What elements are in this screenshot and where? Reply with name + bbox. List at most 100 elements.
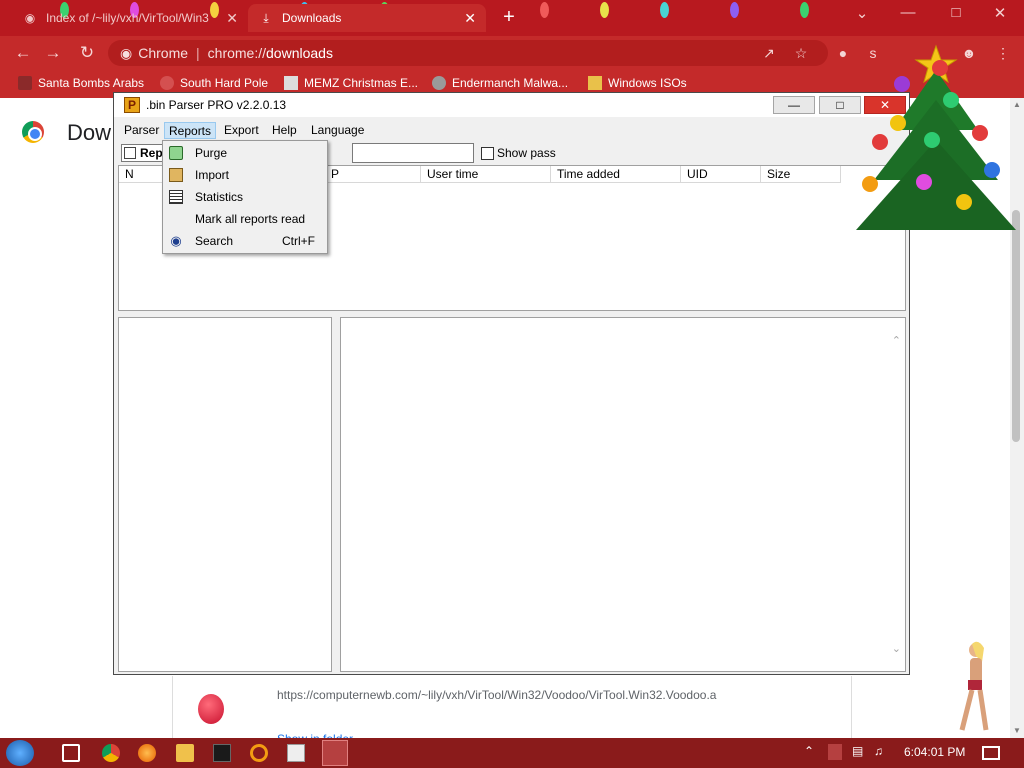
- scroll-up-icon[interactable]: ⌃: [892, 334, 901, 347]
- bookmark-label: Santa Bombs Arabs: [38, 76, 145, 90]
- scheme-label: Chrome: [138, 45, 189, 61]
- chrome-logo-icon: [22, 121, 44, 143]
- maximize-icon[interactable]: □: [936, 4, 976, 21]
- list-icon: [124, 147, 136, 159]
- close-icon[interactable]: ✕: [980, 4, 1020, 22]
- site-favicon-icon: ◉: [24, 11, 36, 25]
- tray-app-icon[interactable]: [828, 744, 842, 760]
- chrome-taskbar-icon[interactable]: [102, 744, 120, 762]
- search-input[interactable]: [352, 143, 474, 163]
- bin-parser-taskbar-icon[interactable]: [322, 740, 348, 766]
- column-header[interactable]: P: [325, 166, 421, 183]
- column-header[interactable]: UID: [681, 166, 761, 183]
- tab-close-icon[interactable]: ✕: [226, 10, 238, 27]
- start-button-icon[interactable]: [6, 740, 34, 766]
- clock[interactable]: 6:04:01 PM: [904, 745, 965, 759]
- new-tab-icon[interactable]: +: [498, 6, 520, 29]
- menu-language[interactable]: Language: [307, 122, 368, 139]
- recycle-icon: [169, 146, 183, 160]
- tab-title: Downloads: [282, 11, 342, 25]
- report-detail-panel[interactable]: ⌃ ⌄: [340, 317, 906, 672]
- menu-help[interactable]: Help: [268, 122, 301, 139]
- christmas-light-icon: [660, 2, 669, 18]
- download-icon: ⤓: [263, 10, 269, 25]
- tab-search-icon[interactable]: ⌄: [842, 4, 882, 22]
- tab-close-icon[interactable]: ✕: [464, 10, 476, 27]
- app-menubar: Parser Reports Export Help Language: [114, 119, 909, 141]
- column-header[interactable]: User time: [421, 166, 551, 183]
- tab-downloads[interactable]: ⤓ Downloads ✕: [248, 4, 486, 32]
- scroll-down-icon[interactable]: ▼: [1012, 726, 1022, 735]
- minimize-icon[interactable]: —: [888, 4, 928, 21]
- bookmark-label: Endermanch Malwa...: [452, 76, 569, 90]
- christmas-light-icon: [800, 2, 809, 18]
- task-view-icon[interactable]: [62, 744, 80, 762]
- minimize-button[interactable]: —: [773, 96, 815, 114]
- menu-item-import[interactable]: Import: [163, 164, 327, 186]
- bookmark-label: South Hard Pole: [180, 76, 269, 90]
- menu-item-mark-all-read[interactable]: Mark all reports read: [163, 208, 327, 230]
- scrollbar-thumb[interactable]: [1012, 210, 1020, 442]
- url-host: downloads: [266, 45, 333, 61]
- tray-chevron-icon[interactable]: ⌃: [804, 744, 814, 758]
- menu-item-purge[interactable]: Purge: [163, 142, 327, 164]
- bookmark-item[interactable]: MEMZ Christmas E...: [284, 76, 418, 90]
- file-explorer-icon[interactable]: [176, 744, 194, 762]
- menu-reports[interactable]: Reports: [164, 122, 217, 139]
- show-pass-checkbox[interactable]: [481, 147, 494, 160]
- column-header[interactable]: Size: [761, 166, 841, 183]
- back-icon[interactable]: ←: [12, 42, 34, 64]
- network-icon[interactable]: ▤: [852, 744, 863, 758]
- dancer-figure-icon: [954, 640, 994, 738]
- app-title: .bin Parser PRO v2.2.0.13: [146, 98, 287, 112]
- bookmark-item[interactable]: Santa Bombs Arabs: [18, 76, 144, 90]
- christmas-tree-icon: [856, 44, 1016, 230]
- file-type-icon: [198, 694, 224, 724]
- notification-icon[interactable]: [982, 746, 1000, 760]
- reload-icon[interactable]: ↻: [76, 42, 98, 64]
- tab-title: Index of /~lily/vxh/VirTool/Win3: [46, 11, 209, 25]
- bookmark-star-icon[interactable]: ☆: [790, 42, 812, 64]
- volume-icon[interactable]: ♫: [874, 744, 883, 758]
- address-bar[interactable]: ◉ Chrome | chrome:// downloads: [108, 40, 828, 66]
- forward-icon[interactable]: →: [42, 42, 64, 64]
- search-taskbar-icon[interactable]: [250, 744, 268, 762]
- folder-icon: [588, 76, 602, 90]
- bookmark-item[interactable]: Windows ISOs: [588, 76, 687, 90]
- scroll-down-icon[interactable]: ⌄: [892, 642, 901, 655]
- column-header[interactable]: Time added: [551, 166, 681, 183]
- tab-index-of[interactable]: ◉ Index of /~lily/vxh/VirTool/Win3 ✕: [12, 4, 248, 32]
- menu-item-shortcut: Ctrl+F: [282, 234, 315, 248]
- report-tree-panel[interactable]: [118, 317, 332, 672]
- menu-parser[interactable]: Parser: [120, 122, 163, 139]
- firefox-taskbar-icon[interactable]: [138, 744, 156, 762]
- import-icon: [169, 168, 183, 182]
- bookmark-label: MEMZ Christmas E...: [304, 76, 419, 90]
- app-taskbar-icon[interactable]: [287, 744, 305, 762]
- menu-item-label: Mark all reports read: [195, 212, 306, 226]
- app-logo-icon: P: [124, 97, 140, 113]
- reports-button[interactable]: Rep: [121, 144, 167, 162]
- url-prefix: chrome://: [207, 45, 267, 61]
- menu-item-search[interactable]: ◉ Search Ctrl+F: [163, 230, 327, 252]
- download-url[interactable]: https://computernewb.com/~lily/vxh/VirTo…: [277, 688, 716, 702]
- bookmark-item[interactable]: South Hard Pole: [160, 76, 268, 90]
- app-title-bar: P .bin Parser PRO v2.2.0.13 — □ ✕: [114, 93, 909, 117]
- menu-export[interactable]: Export: [220, 122, 263, 139]
- menu-item-label: Statistics: [195, 190, 244, 204]
- menu-item-statistics[interactable]: Statistics: [163, 186, 327, 208]
- bookmark-favicon-icon: [432, 76, 446, 90]
- app-taskbar-icon[interactable]: [213, 744, 231, 762]
- show-pass-label: Show pass: [497, 146, 556, 160]
- share-icon[interactable]: ↗: [758, 42, 780, 64]
- binoculars-icon: ◉: [170, 233, 182, 248]
- menu-item-label: Search: [195, 234, 234, 248]
- reports-button-label: Rep: [140, 146, 163, 160]
- page-title: Dow: [67, 120, 112, 145]
- bookmark-favicon-icon: [160, 76, 174, 90]
- christmas-light-icon: [600, 2, 609, 18]
- bookmark-item[interactable]: Endermanch Malwa...: [432, 76, 568, 90]
- menu-item-label: Purge: [195, 146, 228, 160]
- reports-dropdown-menu: Purge Import Statistics Mark all reports…: [162, 140, 328, 254]
- christmas-light-icon: [540, 2, 549, 18]
